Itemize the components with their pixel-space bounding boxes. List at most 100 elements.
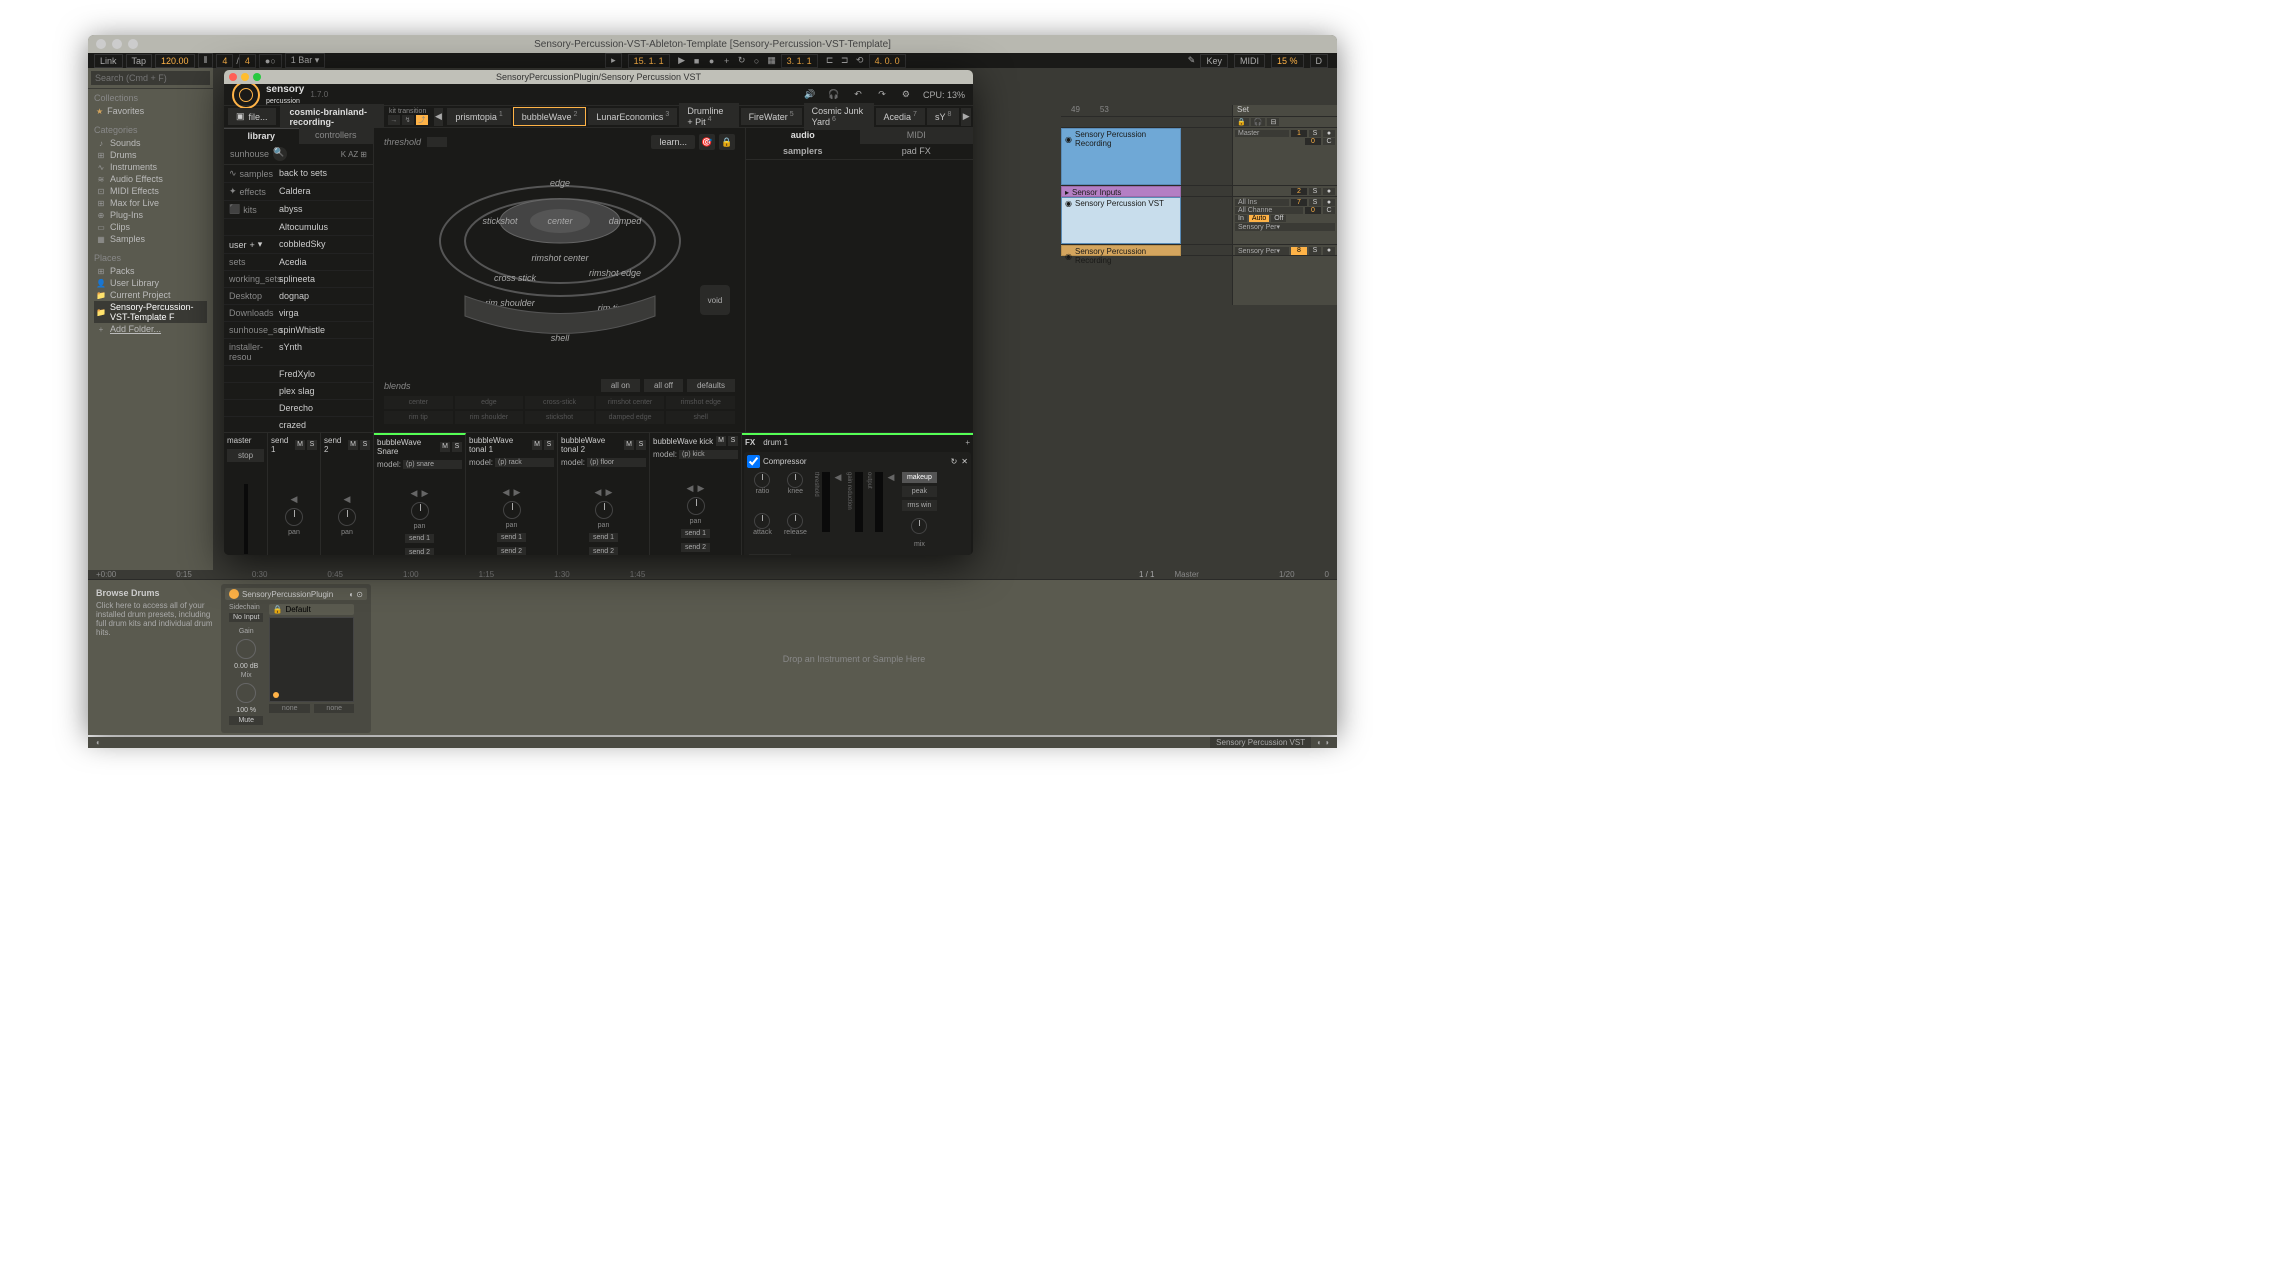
preset-prev[interactable]: ◀ (434, 108, 444, 126)
punch-in[interactable]: ⊏ (824, 55, 836, 67)
blend-cell[interactable]: edge (455, 396, 524, 409)
loop-start[interactable]: 3. 1. 1 (781, 54, 818, 68)
blend-cell[interactable]: shell (666, 411, 735, 424)
blend-cell[interactable]: center (384, 396, 453, 409)
knee-knob[interactable] (787, 472, 803, 488)
kit-item[interactable]: cobbledSky (274, 236, 373, 253)
subtab-padfx[interactable]: pad FX (860, 144, 974, 159)
kit-item[interactable]: virga (274, 305, 373, 321)
trans-mode-1[interactable]: → (388, 115, 400, 125)
tab-audio[interactable]: audio (746, 128, 860, 144)
kit-item[interactable]: abyss (274, 201, 373, 218)
blend-cell[interactable]: rimshot center (596, 396, 665, 409)
place-add-folder[interactable]: +Add Folder... (94, 323, 207, 335)
cat-plugins[interactable]: ⊕Plug-Ins (94, 209, 207, 221)
preset-tab-6[interactable]: Cosmic Junk Yard6 (804, 103, 874, 130)
metronome[interactable]: ●○ (259, 54, 282, 68)
file-menu[interactable]: ▣file... (228, 108, 276, 125)
cat-audio-effects[interactable]: ≋Audio Effects (94, 173, 207, 185)
gain-knob[interactable] (236, 639, 256, 659)
plugin-titlebar[interactable]: SensoryPercussionPlugin/Sensory Percussi… (224, 70, 973, 84)
blend-cell[interactable]: stickshot (525, 411, 594, 424)
master-label[interactable]: Master (1175, 570, 1199, 579)
tab-controllers[interactable]: controllers (299, 128, 374, 144)
preset-tab-8[interactable]: sY8 (927, 108, 959, 125)
tempo-field[interactable]: 120.00 (155, 54, 195, 68)
quantize-menu[interactable]: 1 Bar ▾ (285, 53, 326, 68)
cat-samples[interactable]: ▦Samples (94, 233, 207, 245)
void-zone[interactable]: void (700, 285, 730, 315)
io-icon[interactable]: ⊟ (1267, 118, 1279, 126)
kit-item[interactable]: Derecho (274, 400, 373, 416)
automation-arm[interactable]: ↻ (736, 55, 748, 67)
play-button[interactable]: ▶ (676, 55, 688, 67)
stop-button[interactable]: ■ (691, 55, 703, 67)
master-out[interactable]: 1/2 (1279, 570, 1290, 579)
place-current[interactable]: 📁Current Project (94, 289, 207, 301)
pan-knob[interactable] (285, 508, 303, 526)
blends-all-on[interactable]: all on (601, 379, 640, 392)
loop-length[interactable]: 4. 0. 0 (869, 54, 906, 68)
blends-defaults[interactable]: defaults (687, 379, 735, 392)
preset-tab-5[interactable]: FireWater5 (741, 108, 802, 125)
default-preset[interactable]: Default (285, 605, 310, 614)
reset-icon[interactable]: ↻ (951, 457, 958, 466)
cat-clips[interactable]: ▭Clips (94, 221, 207, 233)
attack-knob[interactable] (754, 513, 770, 529)
tap-button[interactable]: Tap (126, 54, 153, 68)
kit-item[interactable]: plex slag (274, 383, 373, 399)
tab-library[interactable]: library (224, 128, 299, 144)
redo-icon[interactable]: ↷ (875, 88, 889, 102)
kit-item[interactable]: spinWhistle (274, 322, 373, 338)
peak-button[interactable]: peak (902, 486, 937, 497)
toggle-user-icon[interactable]: ▾ (258, 239, 263, 250)
blends-all-off[interactable]: all off (644, 379, 683, 392)
model-sel[interactable]: (p) snare (403, 460, 462, 469)
drop-zone[interactable]: Drop an Instrument or Sample Here (375, 584, 1333, 733)
preset-tab-3[interactable]: LunarEconomics3 (588, 108, 677, 125)
preset-tab-1[interactable]: prismtopia1 (447, 108, 510, 125)
add-user-icon[interactable]: + (250, 240, 255, 250)
subtab-samplers[interactable]: samplers (746, 144, 860, 159)
draw-mode[interactable]: ✎ (1185, 55, 1197, 67)
blend-cell[interactable]: damped edge (596, 411, 665, 424)
sidechain-button[interactable]: sidechain (749, 554, 791, 555)
midi-toggle[interactable]: MIDI (1234, 54, 1265, 68)
session-record[interactable]: ○ (751, 55, 763, 67)
cat-sounds[interactable]: ♪Sounds (94, 137, 207, 149)
arrangement-pos[interactable]: 15. 1. 1 (628, 54, 670, 68)
trans-mode-2[interactable]: ↯ (402, 115, 414, 125)
kit-item[interactable]: Acedia (274, 254, 373, 270)
lock-icon[interactable]: 🔒 (272, 605, 282, 614)
preset-tab-4[interactable]: Drumline + Pit4 (679, 103, 738, 130)
place-user-lib[interactable]: 👤User Library (94, 277, 207, 289)
library-search-icon[interactable]: 🔍 (273, 147, 287, 161)
tempo-nudge[interactable]: ⫴ (198, 53, 214, 68)
key-toggle[interactable]: Key (1200, 54, 1228, 68)
speaker-icon[interactable]: 🔊 (803, 88, 817, 102)
overview-timeline[interactable]: + 0:000:150:300:451:001:151:301:45 1 / 1… (88, 570, 1337, 580)
sidechain-sel[interactable]: No Input (229, 613, 263, 622)
arrangement-ruler[interactable]: 4953 (1061, 105, 1232, 117)
place-template-folder[interactable]: 📁Sensory-Percussion-VST-Template F (94, 301, 207, 323)
headphone-icon[interactable]: 🎧 (827, 88, 841, 102)
time-sig-num[interactable]: 4 (216, 54, 233, 68)
blend-cell[interactable]: rim shoulder (455, 411, 524, 424)
compressor-enable[interactable] (747, 455, 760, 468)
overdub-button[interactable]: + (721, 55, 733, 67)
drum-zone-visual[interactable]: edge center stickshot damped rimshot cen… (415, 166, 705, 366)
tab-midi[interactable]: MIDI (860, 128, 974, 144)
close-icon[interactable]: ✕ (961, 457, 968, 466)
cat-instruments[interactable]: ∿Instruments (94, 161, 207, 173)
follow-toggle[interactable]: ▸ (605, 53, 622, 68)
settings-icon[interactable]: ⚙ (899, 88, 913, 102)
pan-knob[interactable] (338, 508, 356, 526)
device-header[interactable]: SensoryPercussionPlugin◐ ⊙ (225, 588, 367, 600)
kit-item[interactable]: Altocumulus (274, 219, 373, 235)
track-out-sel[interactable]: Master (1235, 130, 1289, 137)
add-fx-button[interactable]: + (965, 438, 970, 447)
ratio-knob[interactable] (754, 472, 770, 488)
learn-button[interactable]: learn... (651, 135, 695, 149)
browser-search[interactable] (91, 71, 210, 85)
makeup-button[interactable]: makeup (902, 472, 937, 483)
